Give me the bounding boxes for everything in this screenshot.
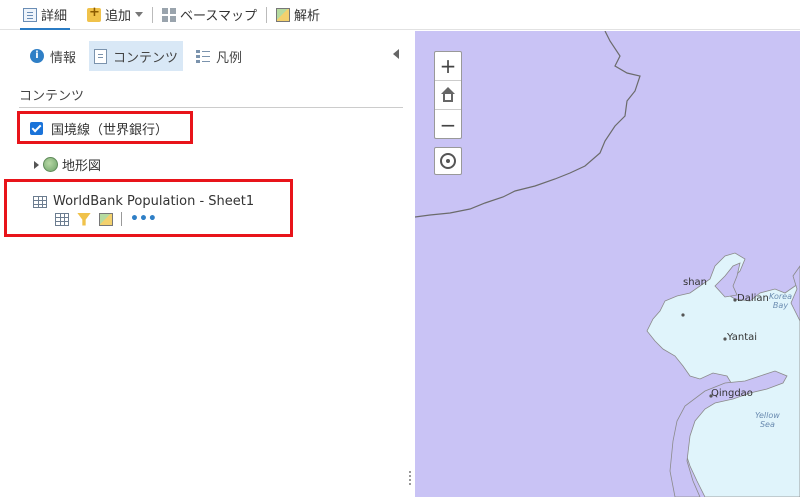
attribute-table-icon[interactable]: [55, 212, 69, 226]
table-layer-icon: [33, 195, 47, 208]
info-icon: i: [30, 49, 44, 63]
city-dot: [681, 313, 685, 317]
place-label: Yantai: [727, 332, 758, 343]
collapse-panel-icon[interactable]: [393, 49, 399, 59]
details-icon: [23, 7, 37, 22]
minus-icon: −: [439, 112, 457, 137]
map-view[interactable]: shan Dalian Yantai Qingdao Korea Bay Yel…: [415, 31, 800, 497]
panel-tabs: i 情報 コンテンツ 凡例: [25, 41, 255, 71]
place-label: Dalian: [737, 293, 769, 304]
chevron-down-icon: [135, 12, 144, 17]
add-label: 追加: [105, 9, 132, 24]
zoom-controls: + −: [434, 51, 462, 139]
home-button[interactable]: [435, 81, 461, 110]
analysis-button[interactable]: 解析: [273, 1, 323, 29]
section-title: コンテンツ: [19, 89, 85, 104]
section-divider: [19, 107, 403, 108]
toolbar-divider: [266, 6, 267, 23]
place-label: Qingdao: [711, 388, 753, 399]
more-options-icon[interactable]: •••: [130, 212, 157, 226]
tab-info[interactable]: i 情報: [25, 41, 81, 71]
map-canvas: [415, 31, 800, 497]
sea-label: Korea Bay: [769, 292, 792, 310]
zoom-out-button[interactable]: −: [435, 110, 461, 139]
tool-divider: [121, 212, 122, 226]
content-icon: [94, 48, 108, 64]
layer-tools: •••: [55, 212, 157, 226]
locate-button[interactable]: [434, 147, 462, 175]
panel-resize-handle[interactable]: [409, 471, 412, 491]
sea-label: Yellow Sea: [755, 411, 780, 429]
place-label: shan: [683, 277, 708, 288]
expand-icon[interactable]: [34, 160, 39, 169]
toolbar: 詳細 追加 ベースマップ 解析: [0, 0, 800, 30]
contents-panel: i 情報 コンテンツ 凡例 コンテンツ 国境線（世界銀行） 地形図 WorldB…: [0, 31, 412, 497]
toolbar-divider: [152, 6, 154, 23]
basemap-icon: [162, 7, 177, 22]
basemap-button[interactable]: ベースマップ: [159, 1, 260, 29]
tab-content[interactable]: コンテンツ: [89, 41, 184, 71]
layer-item-boundaries[interactable]: 国境線（世界銀行）: [30, 119, 168, 138]
layer-label: WorldBank Population - Sheet1: [53, 194, 255, 209]
tab-legend[interactable]: 凡例: [191, 41, 247, 71]
analysis-icon: [276, 7, 290, 22]
tab-legend-label: 凡例: [216, 50, 243, 66]
layer-label: 地形図: [62, 159, 102, 174]
layer-item-population[interactable]: WorldBank Population - Sheet1: [33, 194, 254, 209]
details-label: 詳細: [41, 9, 68, 24]
analysis-icon[interactable]: [99, 212, 113, 226]
legend-icon: [196, 49, 211, 63]
add-button[interactable]: 追加: [84, 1, 146, 29]
basemap-label: ベースマップ: [180, 9, 257, 24]
home-icon: [440, 87, 456, 103]
layer-item-topographic[interactable]: 地形図: [34, 155, 101, 174]
tab-info-label: 情報: [50, 50, 77, 66]
layer-label: 国境線（世界銀行）: [51, 123, 169, 138]
add-icon: [87, 5, 102, 22]
details-button[interactable]: 詳細: [20, 1, 71, 30]
layer-visibility-checkbox[interactable]: [30, 122, 43, 135]
zoom-in-button[interactable]: +: [435, 52, 461, 81]
plus-icon: +: [439, 54, 457, 78]
globe-icon: [43, 157, 58, 172]
filter-icon[interactable]: [77, 212, 91, 226]
tab-content-label: コンテンツ: [113, 50, 179, 66]
analysis-label: 解析: [294, 9, 321, 24]
locate-icon: [440, 153, 456, 169]
